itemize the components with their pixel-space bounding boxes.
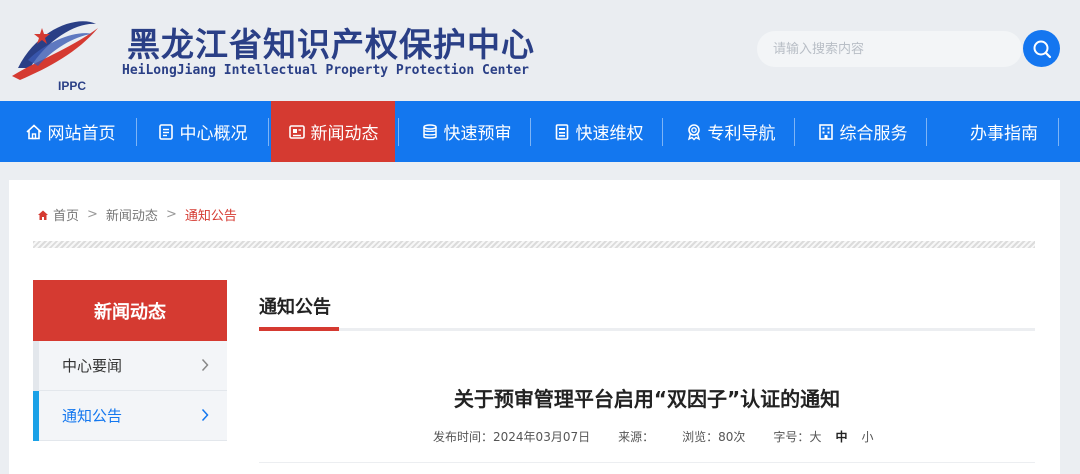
nav-divider bbox=[926, 118, 927, 146]
nav-divider bbox=[794, 118, 795, 146]
article-meta: 发布时间： 2024年03月07日 来源： 浏览： 80次 字号： 大 中 小 bbox=[433, 428, 873, 445]
nav-label: 快速预审 bbox=[443, 124, 512, 144]
article-meta-divider bbox=[259, 462, 1035, 463]
site-title: 黑龙江省知识产权保护中心 bbox=[127, 25, 535, 64]
nav-divider bbox=[136, 118, 137, 146]
chevron-right-icon bbox=[201, 358, 209, 372]
views-count: 80次 bbox=[718, 430, 746, 444]
search-icon bbox=[1033, 40, 1051, 58]
nav-divider bbox=[398, 118, 399, 146]
publish-date: 2024年03月07日 bbox=[493, 430, 591, 444]
nav-item-rights[interactable]: 快速维权 bbox=[544, 101, 652, 162]
nav-divider bbox=[1058, 118, 1059, 146]
search-box bbox=[757, 31, 1022, 67]
breadcrumb-current: 通知公告 bbox=[184, 209, 237, 224]
search-button[interactable] bbox=[1023, 30, 1060, 67]
chevron-right-icon bbox=[201, 408, 209, 422]
sidebar-item-center-news[interactable]: 中心要闻 bbox=[33, 341, 227, 391]
hatched-divider bbox=[33, 241, 1035, 248]
breadcrumb-separator: > bbox=[165, 207, 177, 222]
nav-label: 快速维权 bbox=[575, 124, 644, 144]
nav-item-guide[interactable]: 办事指南 bbox=[950, 101, 1058, 162]
home-icon bbox=[37, 209, 49, 221]
logo-text: IPPC bbox=[58, 79, 86, 92]
home-icon bbox=[25, 123, 43, 141]
nav-item-pre-exam[interactable]: 快速预审 bbox=[412, 101, 520, 162]
font-size-small-button[interactable]: 小 bbox=[861, 428, 873, 445]
sidebar-item-label: 中心要闻 bbox=[62, 357, 123, 375]
font-size-label: 字号： bbox=[773, 430, 810, 444]
nav-label: 新闻动态 bbox=[310, 124, 379, 144]
ippc-logo[interactable]: IPPC bbox=[8, 10, 100, 92]
views-label: 浏览： bbox=[682, 430, 719, 444]
document-icon bbox=[553, 123, 571, 141]
section-underline-accent bbox=[259, 327, 339, 331]
sidebar-item-label: 通知公告 bbox=[62, 407, 123, 425]
font-size-medium-button[interactable]: 中 bbox=[835, 428, 847, 445]
award-icon bbox=[685, 123, 703, 141]
publish-label: 发布时间： bbox=[433, 430, 494, 444]
section-title: 通知公告 bbox=[259, 297, 331, 318]
nav-item-news[interactable]: 新闻动态 bbox=[271, 101, 395, 162]
sidebar-item-marker bbox=[33, 341, 39, 391]
section-underline bbox=[259, 328, 1035, 331]
nav-item-home[interactable]: 网站首页 bbox=[16, 101, 124, 162]
nav-divider bbox=[268, 118, 269, 146]
nav-label: 中心概况 bbox=[179, 124, 248, 144]
nav-item-about[interactable]: 中心概况 bbox=[148, 101, 256, 162]
nav-label: 网站首页 bbox=[47, 124, 116, 144]
sidebar-item-notices[interactable]: 通知公告 bbox=[33, 391, 227, 441]
nav-divider bbox=[530, 118, 531, 146]
breadcrumb: 首页 > 新闻动态 > 通知公告 bbox=[37, 205, 237, 224]
nav-label: 专利导航 bbox=[707, 124, 776, 144]
article-title: 关于预审管理平台启用“双因子”认证的通知 bbox=[453, 387, 841, 411]
sidebar-heading: 新闻动态 bbox=[33, 280, 227, 341]
breadcrumb-separator: > bbox=[87, 207, 98, 222]
nav-label: 综合服务 bbox=[839, 124, 908, 144]
site-subtitle: HeiLongJiang Intellectual Property Prote… bbox=[122, 63, 529, 78]
source-label: 来源： bbox=[618, 430, 655, 444]
nav-label: 办事指南 bbox=[970, 124, 1038, 144]
nav-divider bbox=[662, 118, 663, 146]
site-header: IPPC 黑龙江省知识产权保护中心 HeiLongJiang Intellect… bbox=[0, 0, 1080, 101]
info-card-icon bbox=[157, 123, 175, 141]
breadcrumb-section[interactable]: 新闻动态 bbox=[106, 205, 158, 224]
news-icon bbox=[288, 123, 306, 141]
main-nav: 网站首页 中心概况 新闻动态 快速预审 快速维权 专利导航 综合服务 办事指南 bbox=[0, 101, 1080, 162]
building-icon bbox=[817, 123, 835, 141]
database-icon bbox=[421, 123, 439, 141]
nav-item-patent-nav[interactable]: 专利导航 bbox=[676, 101, 784, 162]
nav-item-services[interactable]: 综合服务 bbox=[808, 101, 916, 162]
font-size-large-button[interactable]: 大 bbox=[809, 428, 821, 445]
search-input[interactable] bbox=[773, 31, 1003, 67]
breadcrumb-home[interactable]: 首页 bbox=[53, 205, 79, 224]
